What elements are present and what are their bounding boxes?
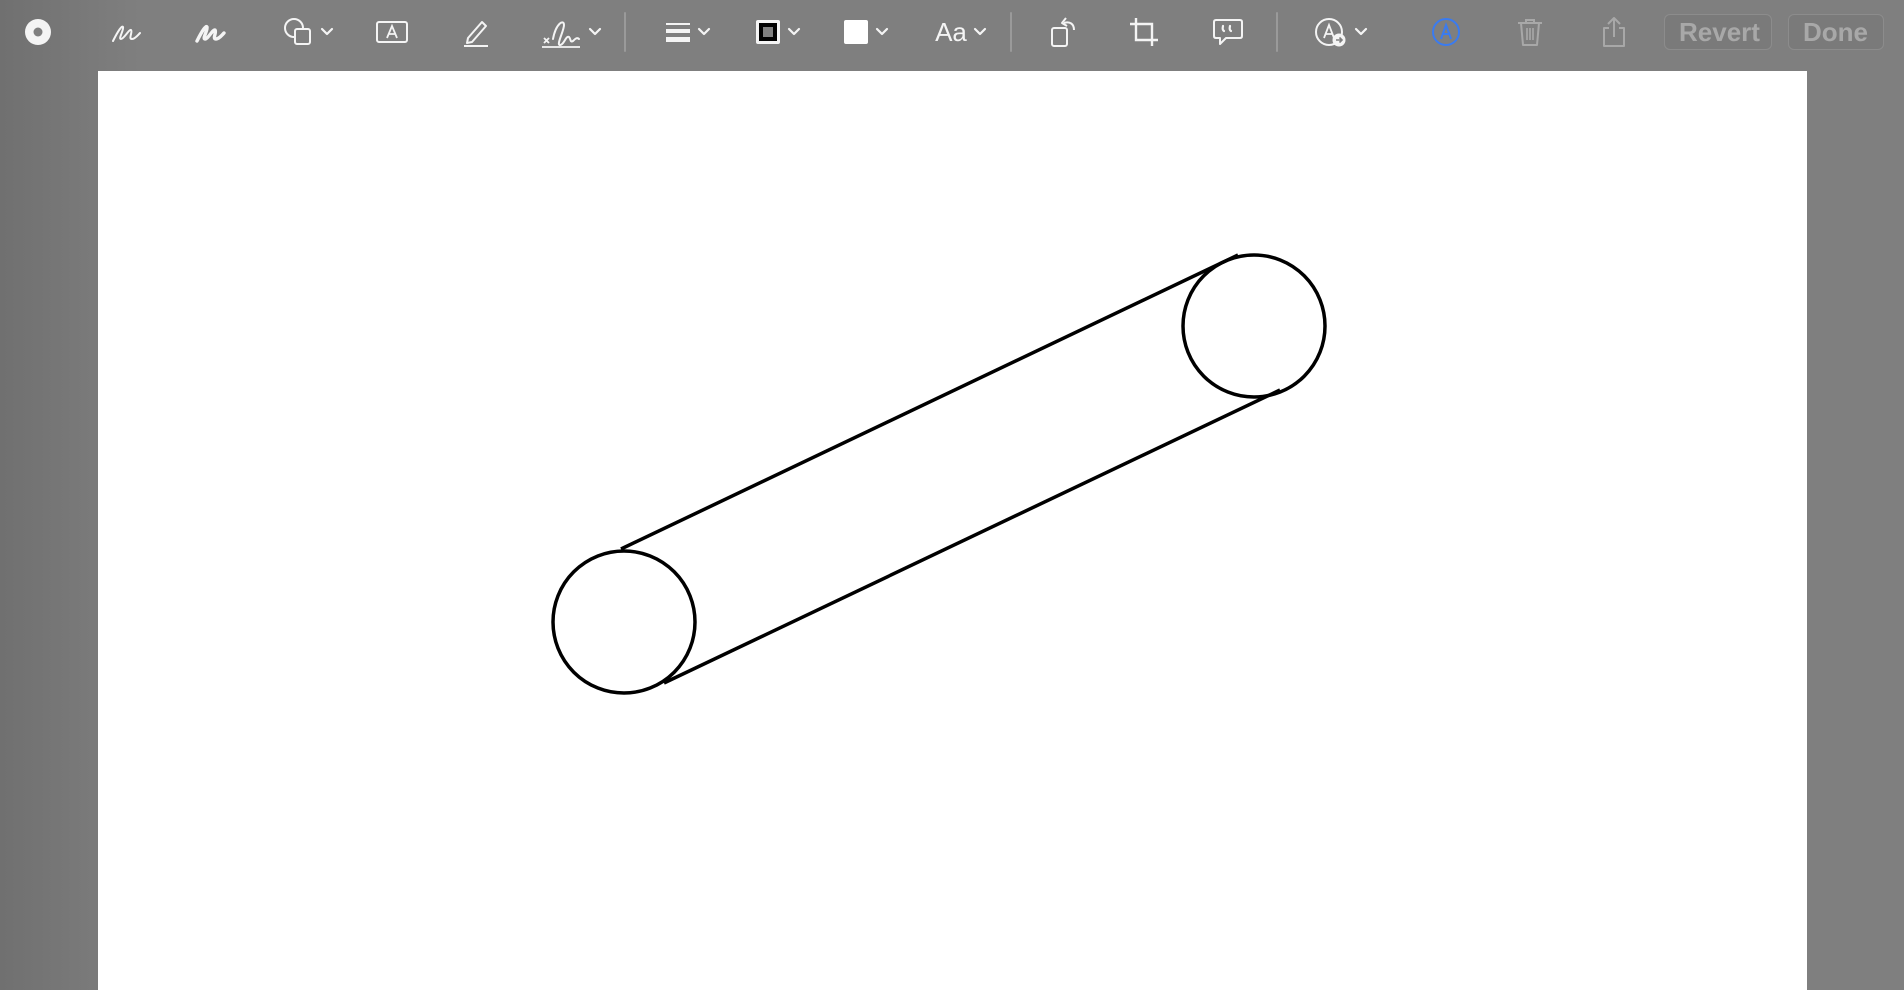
upper-connector-line[interactable]: [620, 253, 1239, 551]
draw-button[interactable]: [192, 10, 230, 54]
revert-button[interactable]: Revert: [1664, 14, 1772, 50]
text-box-icon: [375, 19, 409, 45]
border-color-button[interactable]: [750, 10, 806, 54]
chevron-down-icon: [787, 27, 801, 37]
chevron-down-icon: [875, 27, 889, 37]
drawing-surface: [551, 253, 1327, 695]
crop-icon: [1128, 16, 1160, 48]
toolbar-separator: [1010, 12, 1012, 52]
rotate-icon: [1048, 15, 1080, 49]
highlight-button[interactable]: [458, 10, 494, 54]
chevron-down-icon: [973, 27, 987, 37]
line-style-icon: [665, 20, 691, 44]
sketch-icon: [110, 17, 144, 47]
toolbar-separator: [1276, 12, 1278, 52]
text-box-button[interactable]: [374, 10, 410, 54]
draw-icon: [194, 17, 228, 47]
signature-button[interactable]: [538, 10, 604, 54]
rotate-button[interactable]: [1046, 10, 1082, 54]
bottom-left-circle-shape[interactable]: [551, 549, 697, 695]
chevron-down-icon: [588, 27, 602, 37]
accessibility-icon: [1431, 17, 1461, 47]
chevron-down-icon: [1354, 27, 1368, 37]
lower-connector-line[interactable]: [663, 388, 1281, 685]
highlight-icon: [460, 16, 492, 48]
description-button[interactable]: [1210, 10, 1246, 54]
border-color-icon: [755, 19, 781, 45]
chevron-down-icon: [697, 27, 711, 37]
signature-icon: [540, 15, 582, 49]
auto-fill-button[interactable]: [1310, 10, 1372, 54]
shapes-button[interactable]: [278, 10, 338, 54]
share-button[interactable]: [1596, 10, 1632, 54]
markup-mode-icon: [23, 17, 53, 47]
fill-color-icon: [843, 19, 869, 45]
fill-color-button[interactable]: [838, 10, 894, 54]
markup-mode-button[interactable]: [20, 10, 56, 54]
top-right-circle-shape[interactable]: [1181, 253, 1327, 399]
shapes-icon: [282, 16, 314, 48]
chevron-down-icon: [320, 27, 334, 37]
document-canvas[interactable]: [98, 71, 1807, 990]
share-icon: [1601, 16, 1627, 48]
delete-button[interactable]: [1512, 10, 1548, 54]
preview-window: Aa Revert Done: [0, 0, 1904, 990]
description-icon: [1212, 16, 1244, 48]
auto-fill-icon: [1314, 16, 1348, 48]
crop-button[interactable]: [1126, 10, 1162, 54]
text-style-icon: Aa: [935, 16, 967, 47]
line-style-button[interactable]: [660, 10, 716, 54]
text-style-button[interactable]: Aa: [930, 10, 992, 54]
done-button[interactable]: Done: [1788, 14, 1884, 50]
toolbar-separator: [624, 12, 626, 52]
markup-toolbar: Aa Revert Done: [0, 0, 1904, 68]
sketch-button[interactable]: [108, 10, 146, 54]
trash-icon: [1517, 17, 1543, 47]
accessibility-button[interactable]: [1428, 10, 1464, 54]
